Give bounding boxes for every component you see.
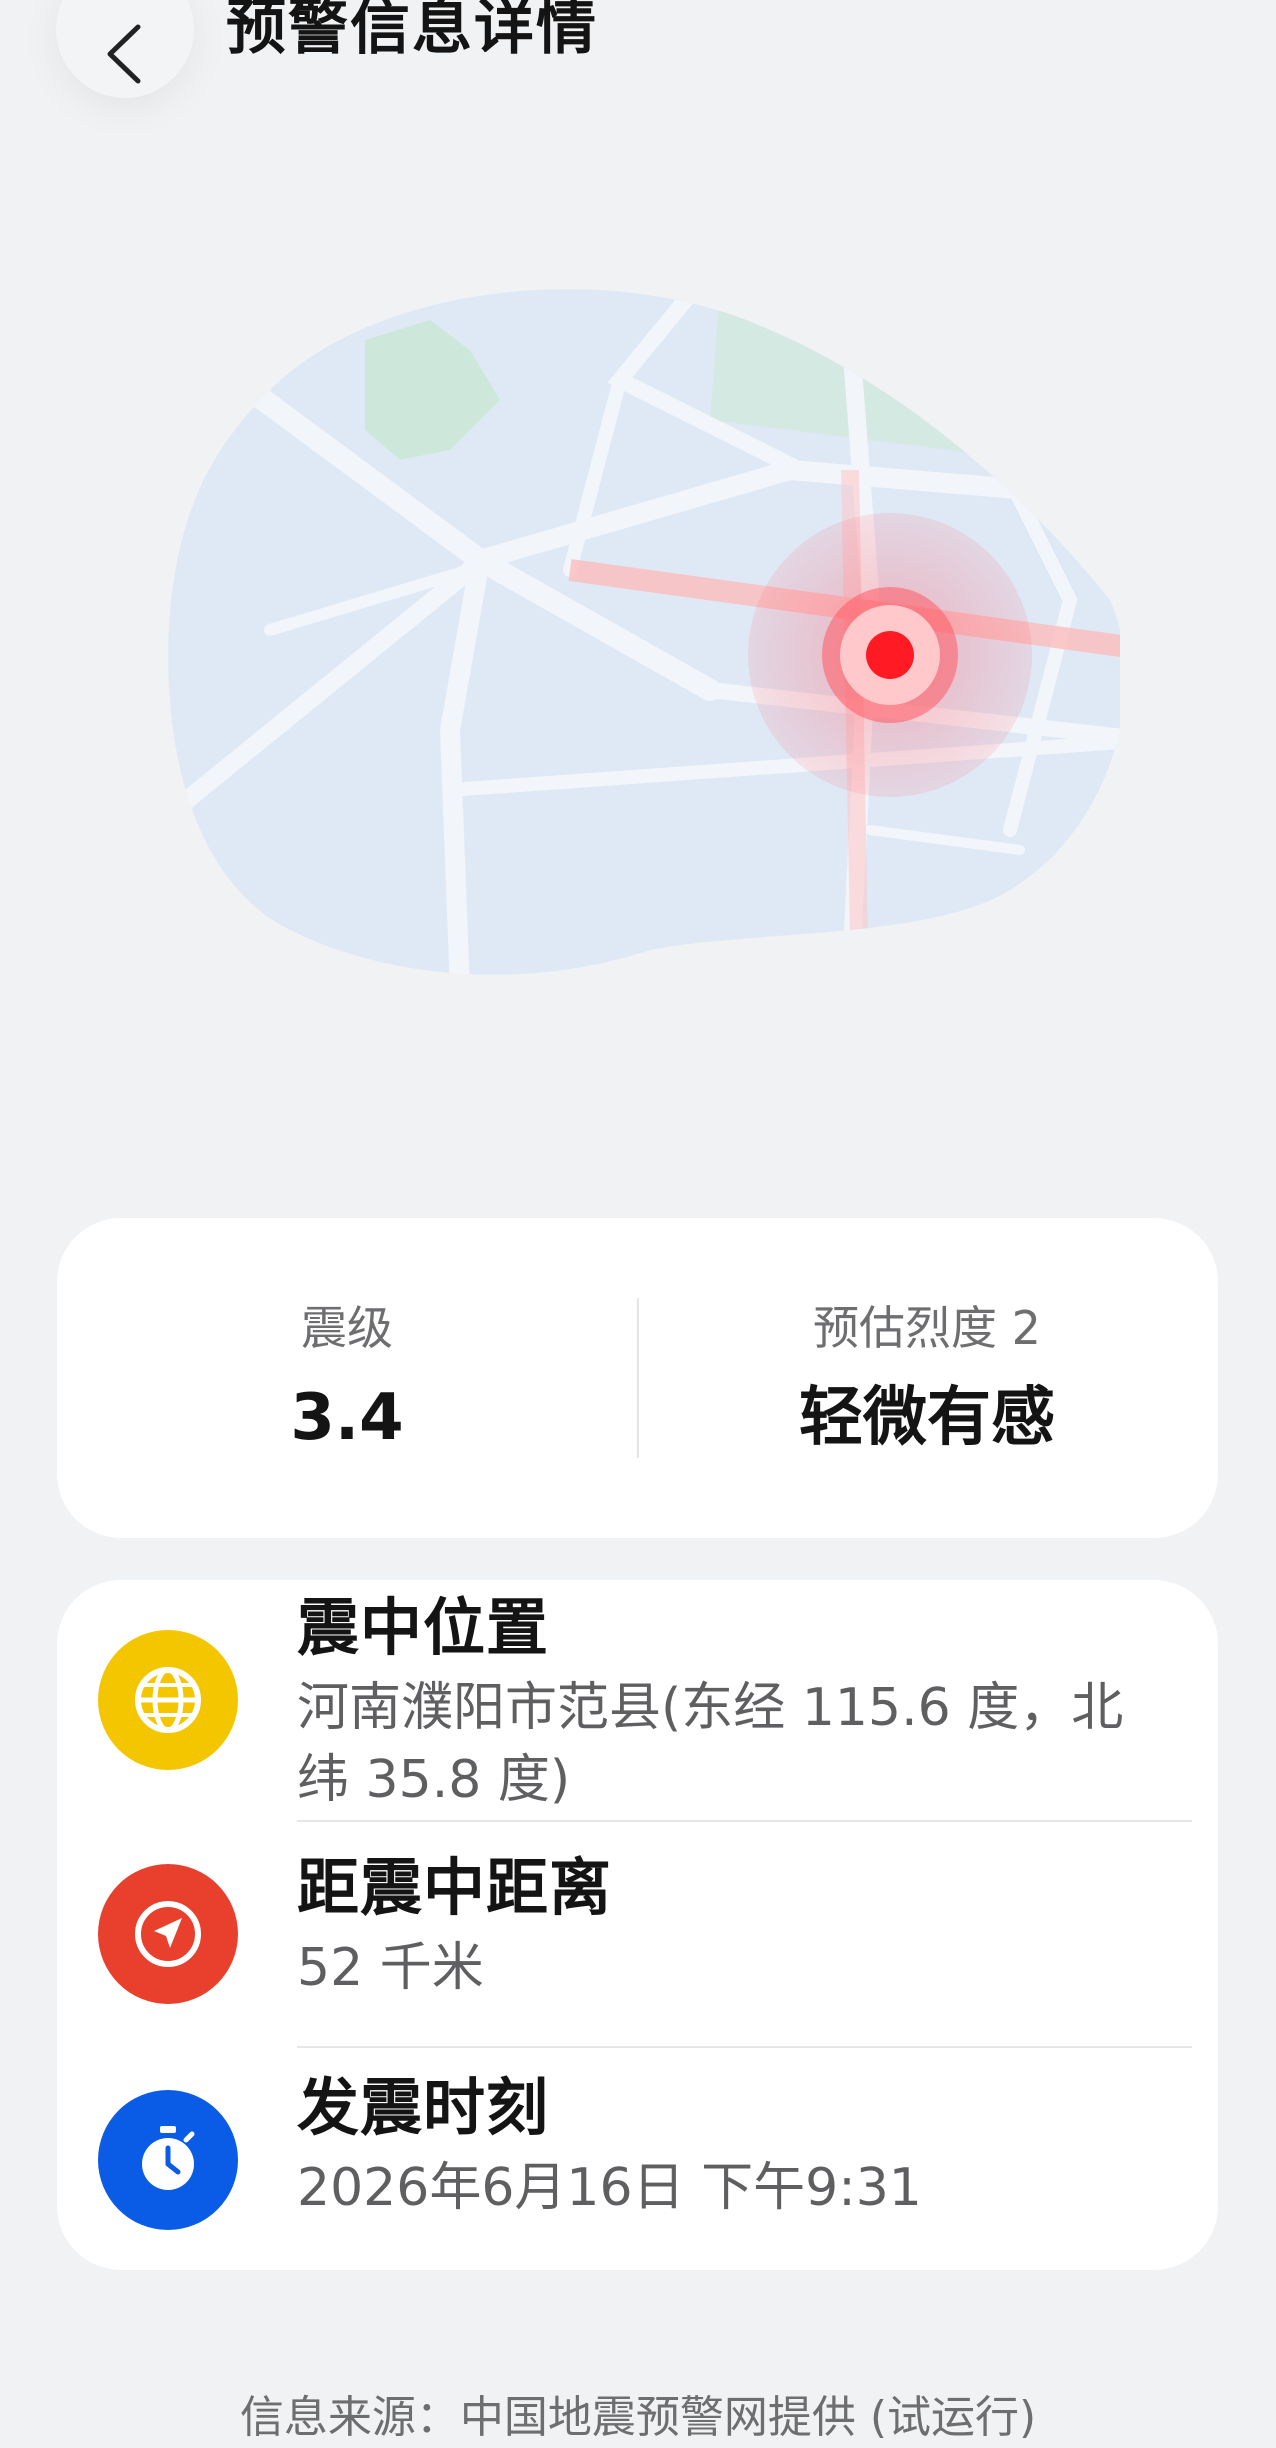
magnitude-value: 3.4: [290, 1381, 404, 1455]
time-value: 2026年6月16日 下午9:31: [297, 2158, 922, 2218]
globe-icon: [135, 1667, 201, 1733]
time-title: 发震时刻: [297, 2071, 550, 2144]
navigation-icon-badge: [98, 1864, 238, 2004]
intensity-section: 预估烈度 2 轻微有感: [637, 1218, 1217, 1538]
epicenter-location-line2: 纬 35.8 度): [297, 1750, 571, 1810]
epicenter-row: 震中位置 河南濮阳市范县(东经 115.6 度，北 纬 35.8 度): [57, 1580, 1218, 1820]
distance-title: 距震中距离: [297, 1851, 613, 1924]
page-title: 预警信息详情: [226, 0, 598, 63]
distance-row: 距震中距离 52 千米: [57, 1822, 1218, 2046]
chevron-left-icon: [107, 24, 141, 84]
epicenter-title: 震中位置: [297, 1591, 550, 1664]
magnitude-section: 震级 3.4: [57, 1218, 637, 1538]
time-row: 发震时刻 2026年6月16日 下午9:31: [57, 2048, 1218, 2270]
epicenter-marker: [866, 631, 914, 679]
source-footer: 信息来源：中国地震预警网提供 (试运行): [239, 2392, 1037, 2443]
back-button[interactable]: [56, 0, 194, 98]
stopwatch-icon-badge: [98, 2090, 238, 2230]
globe-icon-badge: [98, 1630, 238, 1770]
info-card: 震中位置 河南濮阳市范县(东经 115.6 度，北 纬 35.8 度) 距震中距…: [57, 1580, 1218, 2270]
epicenter-map: [150, 270, 1126, 990]
stopwatch-icon: [142, 2126, 195, 2190]
epicenter-location-line1: 河南濮阳市范县(东经 115.6 度，北: [297, 1678, 1124, 1738]
navigation-arrow-icon: [135, 1901, 201, 1967]
distance-value: 52 千米: [297, 1938, 484, 1998]
magnitude-card: 震级 3.4 预估烈度 2 轻微有感: [57, 1218, 1218, 1538]
intensity-label: 预估烈度 2: [813, 1301, 1041, 1355]
intensity-value: 轻微有感: [799, 1381, 1055, 1455]
magnitude-label: 震级: [301, 1301, 393, 1355]
